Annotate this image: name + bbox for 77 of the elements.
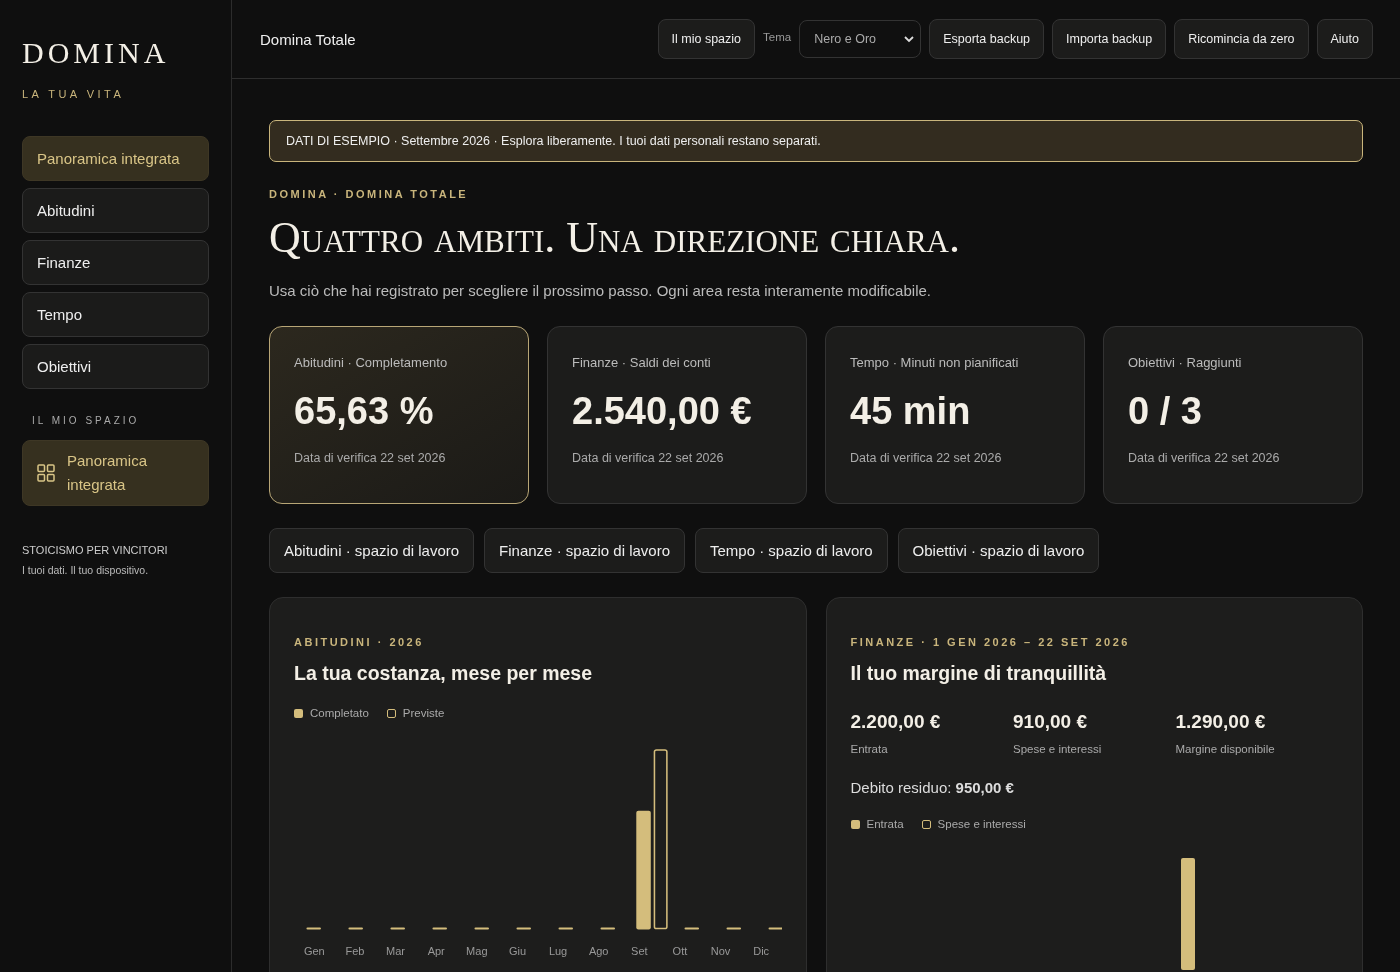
kpi-label: Abitudini · Completamento bbox=[294, 355, 449, 371]
stat-value: 1.290,00 € bbox=[1175, 711, 1267, 734]
workspace-button[interactable]: Abitudini · spazio di lavoro bbox=[269, 528, 475, 574]
month-label: Giu bbox=[507, 945, 527, 958]
kpi-value: 2.540,00 € bbox=[572, 390, 753, 434]
panel-title: La tua costanza, mese per mese bbox=[294, 662, 594, 686]
debt-text: Debito residuo: 950,00 € bbox=[850, 779, 1015, 797]
workspace-button[interactable]: Tempo · spazio di lavoro bbox=[695, 528, 888, 574]
nav-item[interactable]: Panoramica integrata bbox=[22, 136, 209, 181]
month-label: Set bbox=[630, 945, 649, 958]
kpi-note: Data di verifica 22 set 2026 bbox=[294, 451, 447, 466]
legend-label: Previste bbox=[402, 707, 445, 720]
kpi-label: Obiettivi · Raggiunti bbox=[1128, 355, 1243, 371]
kpi-card[interactable]: Obiettivi · Raggiunti 0 / 3 Data di verifica 22 set 2026 bbox=[1103, 326, 1363, 505]
legend-label: Spese e interessi bbox=[937, 818, 1026, 831]
kpi-note: Data di verifica 22 set 2026 bbox=[1128, 451, 1281, 466]
footer-text: I tuoi dati. Il tuo dispositivo. bbox=[22, 564, 150, 576]
panel-eyebrow: FINANZE · 1 GEN 2026 – 22 SET 2026 bbox=[850, 636, 1131, 649]
month-label: Mar bbox=[385, 945, 407, 958]
panel-title: Il tuo margine di tranquillità bbox=[850, 662, 1108, 686]
legend-label: Completato bbox=[310, 707, 369, 720]
month-label: Mag bbox=[465, 945, 489, 958]
filled-swatch-icon bbox=[294, 708, 303, 718]
panel-eyebrow: ABITUDINI · 2026 bbox=[294, 636, 425, 649]
kpi-card[interactable]: Abitudini · Completamento 65,63 % Data di verifica 22 set 2026 bbox=[269, 326, 529, 505]
section-title: IL MIO SPAZIO bbox=[32, 415, 141, 426]
nav-item[interactable]: Finanze bbox=[22, 240, 209, 285]
kpi-note: Data di verifica 22 set 2026 bbox=[850, 451, 1003, 466]
kpi-label: Finanze · Saldi dei conti bbox=[572, 355, 712, 371]
footer-title: STOICISMO PER VINCITORI bbox=[22, 544, 169, 556]
eyebrow: DOMINA · DOMINA TOTALE bbox=[269, 188, 470, 200]
grid-icon bbox=[37, 464, 55, 482]
kpi-label: Tempo · Minuti non pianificati bbox=[850, 355, 1020, 371]
month-label: Nov bbox=[709, 945, 732, 958]
stat-value: 2.200,00 € bbox=[850, 711, 942, 734]
toolbar-button[interactable]: Ricomincia da zero bbox=[1174, 19, 1309, 59]
tagline: LA TUA VITA bbox=[22, 88, 126, 100]
my-space-button[interactable]: Il mio spazio bbox=[657, 19, 756, 59]
nav-item-label: Panoramica integrata bbox=[67, 451, 149, 495]
intro-text: Usa ciò che hai registrato per scegliere il prossimo passo. Ogni area resta interamente modificabile. bbox=[269, 282, 932, 300]
outline-swatch-icon bbox=[386, 708, 396, 718]
logo: DOMINA bbox=[22, 36, 171, 70]
stat-label: Spese e interessi bbox=[1013, 743, 1103, 756]
month-label: Ago bbox=[587, 945, 610, 958]
kpi-value: 0 / 3 bbox=[1128, 390, 1203, 434]
month-label: Apr bbox=[426, 945, 446, 958]
nav-item[interactable]: Abitudini bbox=[22, 188, 209, 233]
month-label: Dic bbox=[752, 945, 771, 958]
nav-item[interactable]: Panoramica integrata bbox=[22, 440, 209, 506]
month-label: Lug bbox=[547, 945, 569, 958]
stat-value: 910,00 € bbox=[1013, 711, 1088, 734]
outline-swatch-icon bbox=[921, 819, 931, 829]
stat-label: Entrata bbox=[850, 743, 889, 756]
kpi-value: 45 min bbox=[850, 390, 972, 434]
toolbar-button[interactable]: Esporta backup bbox=[929, 19, 1045, 59]
nav-item[interactable]: Obiettivi bbox=[22, 344, 209, 389]
stat-label: Margine disponibile bbox=[1175, 743, 1276, 756]
kpi-card[interactable]: Tempo · Minuti non pianificati 45 min Data di verifica 22 set 2026 bbox=[825, 326, 1085, 505]
kpi-value: 65,63 % bbox=[294, 390, 435, 434]
workspace-button[interactable]: Obiettivi · spazio di lavoro bbox=[897, 528, 1100, 574]
toolbar-button[interactable]: Importa backup bbox=[1052, 19, 1167, 59]
page-title: Domina Totale bbox=[260, 30, 356, 48]
month-label: Feb bbox=[344, 945, 366, 958]
heading: Quattro ambiti. Una direzione chiara. bbox=[269, 214, 961, 263]
legend-label: Entrata bbox=[866, 818, 904, 831]
workspace-button[interactable]: Finanze · spazio di lavoro bbox=[484, 528, 685, 574]
month-label: Gen bbox=[302, 945, 326, 958]
theme-select[interactable]: Nero e Oro bbox=[799, 20, 922, 58]
toolbar-button[interactable]: Aiuto bbox=[1316, 19, 1373, 59]
theme-label: Tema bbox=[763, 31, 792, 43]
sample-data-banner: DATI DI ESEMPIO · Settembre 2026 · Esplora liberamente. I tuoi dati personali restano separati. bbox=[269, 120, 1363, 162]
kpi-note: Data di verifica 22 set 2026 bbox=[572, 451, 725, 466]
filled-swatch-icon bbox=[850, 819, 860, 829]
nav-item[interactable]: Tempo bbox=[22, 292, 209, 337]
kpi-card[interactable]: Finanze · Saldi dei conti 2.540,00 € Data di verifica 22 set 2026 bbox=[547, 326, 807, 505]
chevron-down-icon bbox=[904, 35, 915, 43]
month-label: Ott bbox=[671, 945, 689, 958]
